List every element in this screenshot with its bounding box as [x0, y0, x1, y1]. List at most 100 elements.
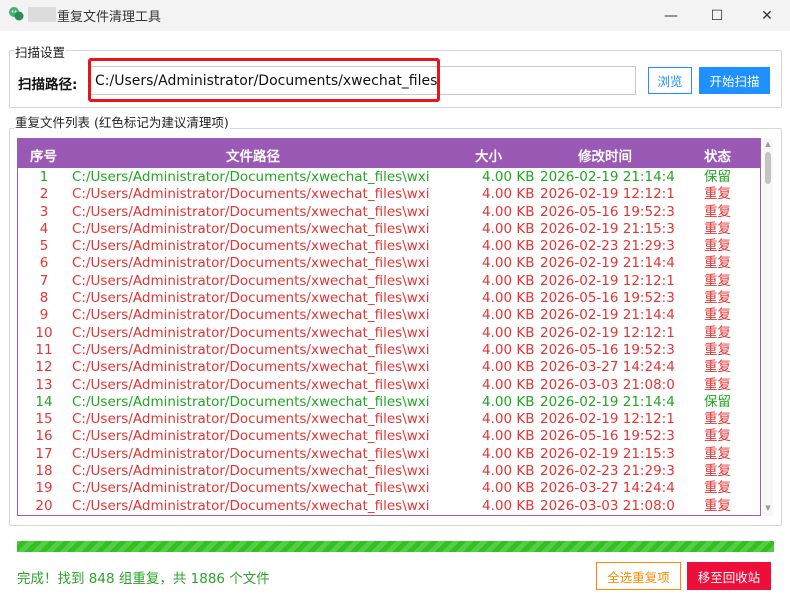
- row-size: 4.00 KB: [482, 463, 535, 480]
- row-index: 12: [35, 359, 53, 376]
- row-size: 4.00 KB: [482, 497, 535, 514]
- row-file-path: C:/Users/Administrator/Documents/xwechat…: [72, 203, 430, 220]
- row-status: 重复: [704, 307, 731, 324]
- row-index: 10: [35, 324, 53, 341]
- row-file-path: C:/Users/Administrator/Documents/xwechat…: [72, 238, 430, 255]
- redacted-title-prefix: [28, 7, 56, 22]
- row-size: 4.00 KB: [482, 272, 535, 289]
- table-row[interactable]: 13 C:/Users/Administrator/Documents/xwech…: [18, 377, 760, 394]
- row-file-path: C:/Users/Administrator/Documents/xwechat…: [72, 411, 430, 428]
- maximize-button[interactable]: ☐: [694, 0, 740, 31]
- scroll-up-icon[interactable]: ▲: [763, 140, 773, 148]
- row-status: 重复: [704, 359, 731, 376]
- close-button[interactable]: ✕: [744, 0, 790, 31]
- row-status: 重复: [704, 186, 731, 203]
- row-index: 2: [39, 186, 49, 203]
- row-status: 重复: [704, 238, 731, 255]
- select-duplicates-button[interactable]: 全选重复项: [596, 562, 681, 590]
- row-size: 4.00 KB: [482, 290, 535, 307]
- table-row[interactable]: 17 C:/Users/Administrator/Documents/xwech…: [18, 446, 760, 463]
- column-header-size[interactable]: 大小: [475, 145, 502, 165]
- minimize-button[interactable]: —: [648, 0, 694, 31]
- row-modified-time: 2026-02-19 21:14:4: [540, 307, 675, 324]
- row-index: 11: [35, 341, 53, 358]
- row-status: 重复: [704, 463, 731, 480]
- table-row[interactable]: 10 C:/Users/Administrator/Documents/xwech…: [18, 325, 760, 342]
- row-file-path: C:/Users/Administrator/Documents/xwechat…: [72, 393, 430, 410]
- column-header-status[interactable]: 状态: [704, 145, 731, 165]
- scrollbar-thumb[interactable]: [765, 152, 771, 184]
- row-index: 9: [39, 307, 49, 324]
- table-row[interactable]: 14 C:/Users/Administrator/Documents/xwech…: [18, 394, 760, 411]
- browse-button[interactable]: 浏览: [648, 67, 692, 94]
- row-modified-time: 2026-02-19 12:12:1: [540, 272, 675, 289]
- table-row[interactable]: 8 C:/Users/Administrator/Documents/xwecha…: [18, 290, 760, 307]
- scroll-down-icon[interactable]: ▼: [763, 504, 773, 512]
- table-row[interactable]: 7 C:/Users/Administrator/Documents/xwecha…: [18, 273, 760, 290]
- row-file-path: C:/Users/Administrator/Documents/xwechat…: [72, 169, 430, 185]
- row-file-path: C:/Users/Administrator/Documents/xwechat…: [72, 324, 430, 341]
- row-index: 5: [39, 238, 49, 255]
- row-size: 4.00 KB: [482, 341, 535, 358]
- column-header-modified[interactable]: 修改时间: [578, 145, 632, 165]
- row-size: 4.00 KB: [482, 359, 535, 376]
- row-modified-time: 2026-02-23 21:29:3: [540, 463, 675, 480]
- file-list-label: 重复文件列表 (红色标记为建议清理项): [14, 112, 230, 131]
- row-file-path: C:/Users/Administrator/Documents/xwechat…: [72, 428, 430, 445]
- row-size: 4.00 KB: [482, 255, 535, 272]
- row-file-path: C:/Users/Administrator/Documents/xwechat…: [72, 497, 430, 514]
- table-row[interactable]: 19 C:/Users/Administrator/Documents/xwech…: [18, 480, 760, 497]
- row-file-path: C:/Users/Administrator/Documents/xwechat…: [72, 341, 430, 358]
- row-file-path: C:/Users/Administrator/Documents/xwechat…: [72, 220, 430, 237]
- scan-path-input[interactable]: [88, 66, 636, 95]
- column-header-path[interactable]: 文件路径: [226, 145, 280, 165]
- move-to-recycle-bin-button[interactable]: 移至回收站: [687, 562, 771, 590]
- row-index: 18: [35, 463, 53, 480]
- row-modified-time: 2026-03-27 14:24:4: [540, 480, 675, 497]
- row-status: 重复: [704, 376, 731, 393]
- row-status: 重复: [704, 272, 731, 289]
- row-status: 重复: [704, 341, 731, 358]
- start-scan-button[interactable]: 开始扫描: [699, 67, 770, 94]
- app-icon: [9, 7, 24, 21]
- table-row[interactable]: 18 C:/Users/Administrator/Documents/xwech…: [18, 463, 760, 480]
- table-row[interactable]: 12 C:/Users/Administrator/Documents/xwech…: [18, 359, 760, 376]
- row-modified-time: 2026-02-19 12:12:1: [540, 411, 675, 428]
- table-row[interactable]: 9 C:/Users/Administrator/Documents/xwecha…: [18, 307, 760, 324]
- column-header-index[interactable]: 序号: [30, 145, 57, 165]
- row-index: 7: [39, 272, 49, 289]
- table-row[interactable]: 4 C:/Users/Administrator/Documents/xwecha…: [18, 221, 760, 238]
- title-bar: 重复文件清理工具 — ☐ ✕: [0, 0, 790, 31]
- row-index: 19: [35, 480, 53, 497]
- table-row[interactable]: 5 C:/Users/Administrator/Documents/xwecha…: [18, 238, 760, 255]
- table-row[interactable]: 20 C:/Users/Administrator/Documents/xwech…: [18, 498, 760, 515]
- row-file-path: C:/Users/Administrator/Documents/xwechat…: [72, 463, 430, 480]
- row-size: 4.00 KB: [482, 428, 535, 445]
- row-status: 重复: [704, 480, 731, 497]
- row-index: 3: [39, 203, 49, 220]
- row-status: 重复: [704, 220, 731, 237]
- row-size: 4.00 KB: [482, 393, 535, 410]
- table-row[interactable]: 11 C:/Users/Administrator/Documents/xwech…: [18, 342, 760, 359]
- table-row[interactable]: 16 C:/Users/Administrator/Documents/xwech…: [18, 428, 760, 445]
- row-index: 14: [35, 393, 53, 410]
- table-row[interactable]: 6 C:/Users/Administrator/Documents/xwecha…: [18, 255, 760, 272]
- table-row[interactable]: 3 C:/Users/Administrator/Documents/xwecha…: [18, 204, 760, 221]
- window-title: 重复文件清理工具: [57, 10, 162, 25]
- row-size: 4.00 KB: [482, 238, 535, 255]
- row-status: 重复: [704, 428, 731, 445]
- table-row[interactable]: 15 C:/Users/Administrator/Documents/xwech…: [18, 411, 760, 428]
- row-status: 重复: [704, 324, 731, 341]
- row-file-path: C:/Users/Administrator/Documents/xwechat…: [72, 290, 430, 307]
- table-body: 1 C:/Users/Administrator/Documents/xwecha…: [18, 169, 760, 515]
- scan-progress-bar: [17, 541, 774, 552]
- row-status: 重复: [704, 497, 731, 514]
- table-scrollbar[interactable]: ▲ ▼: [763, 138, 773, 516]
- row-size: 4.00 KB: [482, 376, 535, 393]
- row-file-path: C:/Users/Administrator/Documents/xwechat…: [72, 272, 430, 289]
- table-row[interactable]: 2 C:/Users/Administrator/Documents/xwecha…: [18, 186, 760, 203]
- row-modified-time: 2026-05-16 19:52:3: [540, 290, 675, 307]
- table-row[interactable]: 1 C:/Users/Administrator/Documents/xwecha…: [18, 169, 760, 186]
- row-modified-time: 2026-03-03 21:08:0: [540, 497, 675, 514]
- row-modified-time: 2026-05-16 19:52:3: [540, 341, 675, 358]
